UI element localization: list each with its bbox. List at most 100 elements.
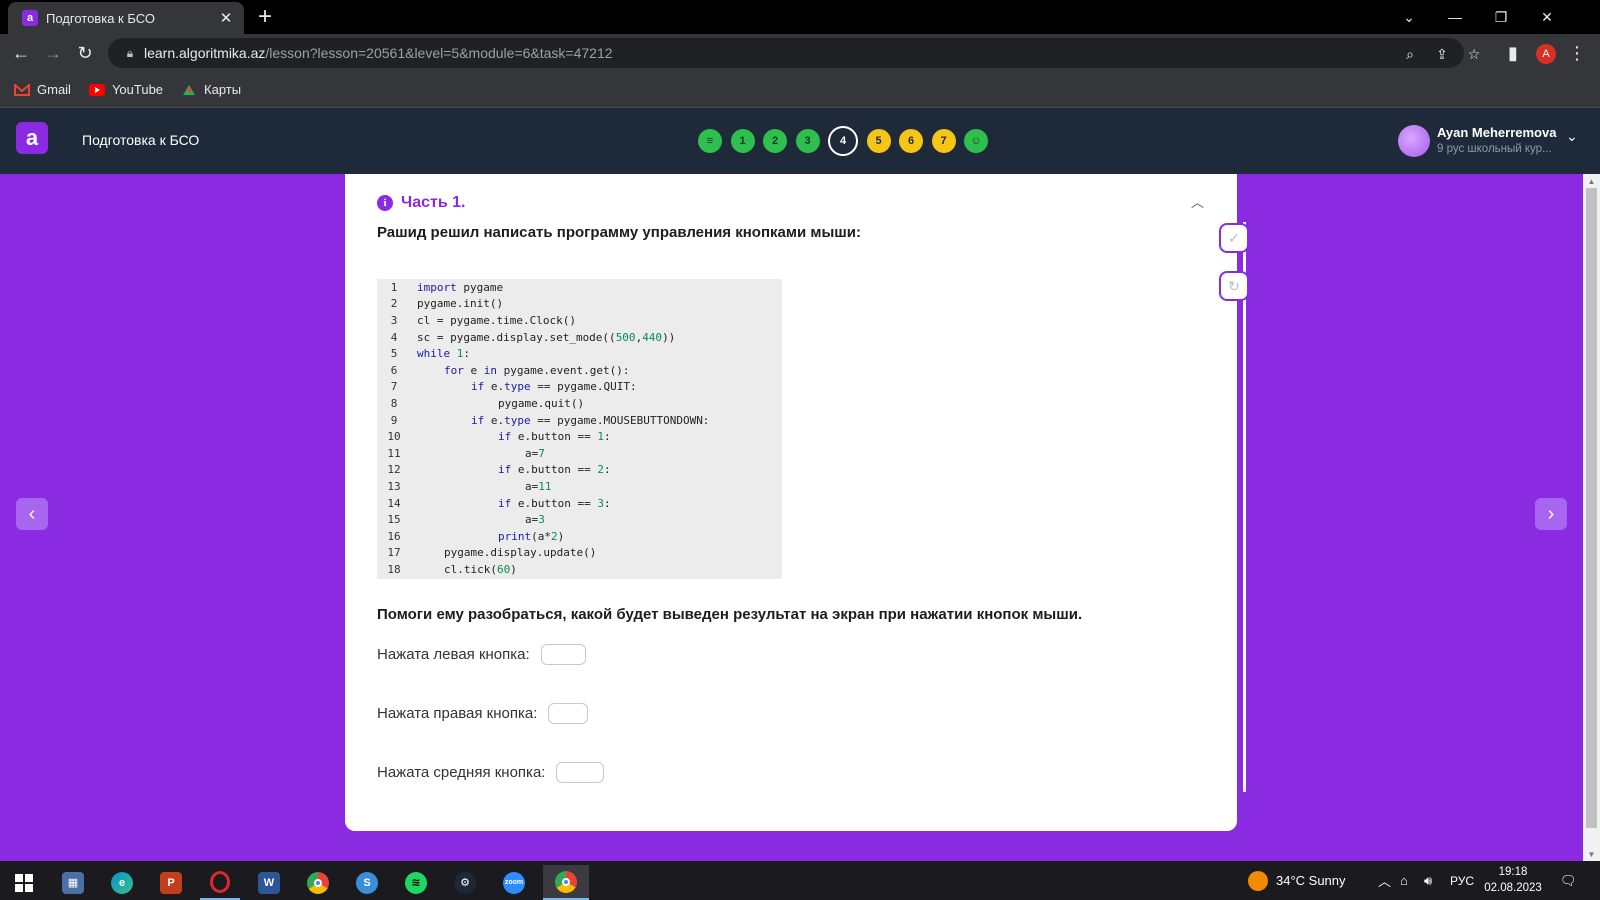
- edge-icon[interactable]: e: [102, 865, 142, 900]
- browser-tab-bar: a Подготовка к БСО ✕ + ⌄ — ❐ ✕: [0, 0, 1600, 34]
- zoom-icon[interactable]: ⌕: [1400, 44, 1420, 64]
- language-indicator[interactable]: РУС: [1450, 861, 1474, 900]
- share-icon[interactable]: ⇪: [1432, 44, 1452, 64]
- scroll-thumb[interactable]: [1586, 188, 1597, 828]
- scroll-up-icon[interactable]: ▲: [1583, 174, 1600, 188]
- profile-avatar[interactable]: A: [1536, 44, 1556, 64]
- back-icon[interactable]: ←: [8, 40, 34, 66]
- opera-icon[interactable]: [200, 865, 240, 900]
- reload-icon[interactable]: ↻: [72, 40, 98, 66]
- powerpoint-icon[interactable]: P: [151, 865, 191, 900]
- new-tab-icon[interactable]: +: [258, 3, 272, 31]
- code-text: if e.button == 1:: [498, 430, 611, 444]
- info-icon: i: [377, 195, 393, 211]
- chevron-down-icon[interactable]: ⌄: [1566, 128, 1578, 145]
- notifications-icon[interactable]: 🗨︎: [1560, 861, 1577, 900]
- chrome-active-icon[interactable]: [543, 865, 589, 900]
- minimize-icon[interactable]: —: [1432, 0, 1478, 34]
- chrome-icon[interactable]: [298, 865, 338, 900]
- answer-input-right[interactable]: [548, 703, 589, 724]
- part-title: Часть 1.: [401, 194, 466, 211]
- code-line: 10 if e.button == 1:: [377, 428, 782, 445]
- answer-row-right: Нажата правая кнопка:: [377, 703, 589, 724]
- tab-search-icon[interactable]: ⌄: [1386, 0, 1432, 34]
- line-number: 5: [390, 347, 398, 361]
- answer-input-left[interactable]: [540, 644, 586, 665]
- tab-close-icon[interactable]: ✕: [218, 9, 234, 27]
- line-number: 8: [390, 396, 398, 410]
- step-1[interactable]: 1: [730, 129, 755, 153]
- browser-toolbar: ← → ↻ 🔒︎ learn.algoritmika.az/lesson?les…: [0, 34, 1600, 72]
- skype-icon[interactable]: S: [347, 865, 387, 900]
- bookmark-gmail[interactable]: Gmail: [14, 82, 71, 97]
- clock[interactable]: 19:18 02.08.2023: [1478, 864, 1548, 896]
- code-text: a=7: [525, 446, 545, 460]
- code-line: 1 import pygame: [377, 279, 782, 296]
- next-task-button[interactable]: ›: [1535, 498, 1567, 530]
- page-scrollbar[interactable]: ▲ ▼: [1583, 174, 1600, 861]
- step-4[interactable]: 4: [828, 126, 858, 156]
- scroll-down-icon[interactable]: ▼: [1583, 847, 1600, 861]
- network-icon[interactable]: ⌂: [1400, 861, 1408, 900]
- chevron-up-icon[interactable]: ︿: [1191, 192, 1204, 211]
- calculator-icon[interactable]: ▦: [53, 865, 93, 900]
- site-favicon: a: [22, 10, 38, 26]
- word-icon[interactable]: W: [249, 865, 289, 900]
- side-panel-icon[interactable]: ▮: [1500, 40, 1526, 66]
- code-line: 5 while 1:: [377, 345, 782, 362]
- youtube-icon: [88, 83, 105, 96]
- answer-row-left: Нажата левая кнопка:: [377, 644, 586, 665]
- forward-icon[interactable]: →: [40, 40, 66, 66]
- close-window-icon[interactable]: ✕: [1524, 0, 1570, 34]
- line-number: 12: [387, 463, 401, 477]
- bookmark-maps[interactable]: Карты: [181, 82, 241, 97]
- smile-icon[interactable]: ☺: [964, 129, 988, 153]
- weather-widget[interactable]: 34°C Sunny: [1248, 861, 1346, 900]
- reset-button[interactable]: ↻: [1219, 271, 1249, 301]
- code-text: if e.type == pygame.QUIT:: [471, 380, 637, 394]
- code-block: 1 import pygame 2 pygame.init() 3 cl = pygame…: [377, 279, 782, 579]
- browser-tab-active[interactable]: a Подготовка к БСО ✕: [8, 2, 244, 34]
- steam-icon[interactable]: ⚙: [445, 865, 485, 900]
- line-number: 15: [387, 513, 401, 527]
- bookmark-label: YouTube: [111, 82, 164, 97]
- line-number: 13: [387, 479, 401, 493]
- line-number: 17: [387, 546, 401, 560]
- spotify-icon[interactable]: ≋: [396, 865, 436, 900]
- volume-icon[interactable]: 🔊︎: [1424, 861, 1432, 900]
- code-text: while 1:: [417, 347, 470, 361]
- prev-task-button[interactable]: ‹: [16, 498, 48, 530]
- url-text[interactable]: learn.algoritmika.az/lesson?lesson=20561…: [144, 45, 613, 61]
- answer-row-middle: Нажата средняя кнопка:: [377, 762, 605, 783]
- bookmark-youtube[interactable]: YouTube: [88, 82, 164, 97]
- check-answer-button[interactable]: ✓: [1219, 223, 1249, 253]
- windows-taskbar: ▦ e P W S ≋ ⚙ zoom 34°C Sunny ︿ ⌂ 🔊︎ РУС…: [0, 861, 1600, 900]
- bookmark-star-icon[interactable]: ☆: [1464, 44, 1484, 64]
- code-text: pygame.quit(): [498, 396, 585, 410]
- user-avatar[interactable]: [1398, 125, 1430, 157]
- code-line: 4 sc = pygame.display.set_mode((500,440)): [377, 329, 782, 346]
- part-header[interactable]: i Часть 1.: [377, 194, 466, 212]
- line-number: 18: [387, 562, 401, 576]
- line-number: 1: [390, 280, 398, 294]
- step-2[interactable]: 2: [763, 129, 787, 153]
- question-text: Рашид решил написать программу управлени…: [377, 224, 861, 241]
- bookmark-label: Карты: [204, 82, 242, 97]
- restore-icon[interactable]: ❐: [1478, 0, 1524, 34]
- notes-icon[interactable]: ≡: [698, 129, 722, 153]
- menu-icon[interactable]: ⋮: [1564, 40, 1590, 66]
- windows-start-icon[interactable]: [4, 865, 44, 900]
- answer-input-middle[interactable]: [556, 762, 605, 783]
- zoom-icon[interactable]: zoom: [494, 865, 534, 900]
- lock-icon[interactable]: 🔒︎: [116, 46, 144, 61]
- step-7[interactable]: 7: [931, 129, 956, 153]
- tray-chevron-icon[interactable]: ︿: [1378, 861, 1391, 900]
- step-6[interactable]: 6: [899, 129, 923, 153]
- code-text: import pygame: [417, 280, 504, 294]
- algoritmika-logo[interactable]: a: [16, 122, 48, 154]
- user-name[interactable]: Ayan Meherremova: [1437, 125, 1556, 140]
- step-3[interactable]: 3: [795, 129, 820, 153]
- address-bar[interactable]: 🔒︎ learn.algoritmika.az/lesson?lesson=20…: [108, 38, 1480, 68]
- code-text: print(a*2): [498, 529, 565, 543]
- step-5[interactable]: 5: [866, 129, 891, 153]
